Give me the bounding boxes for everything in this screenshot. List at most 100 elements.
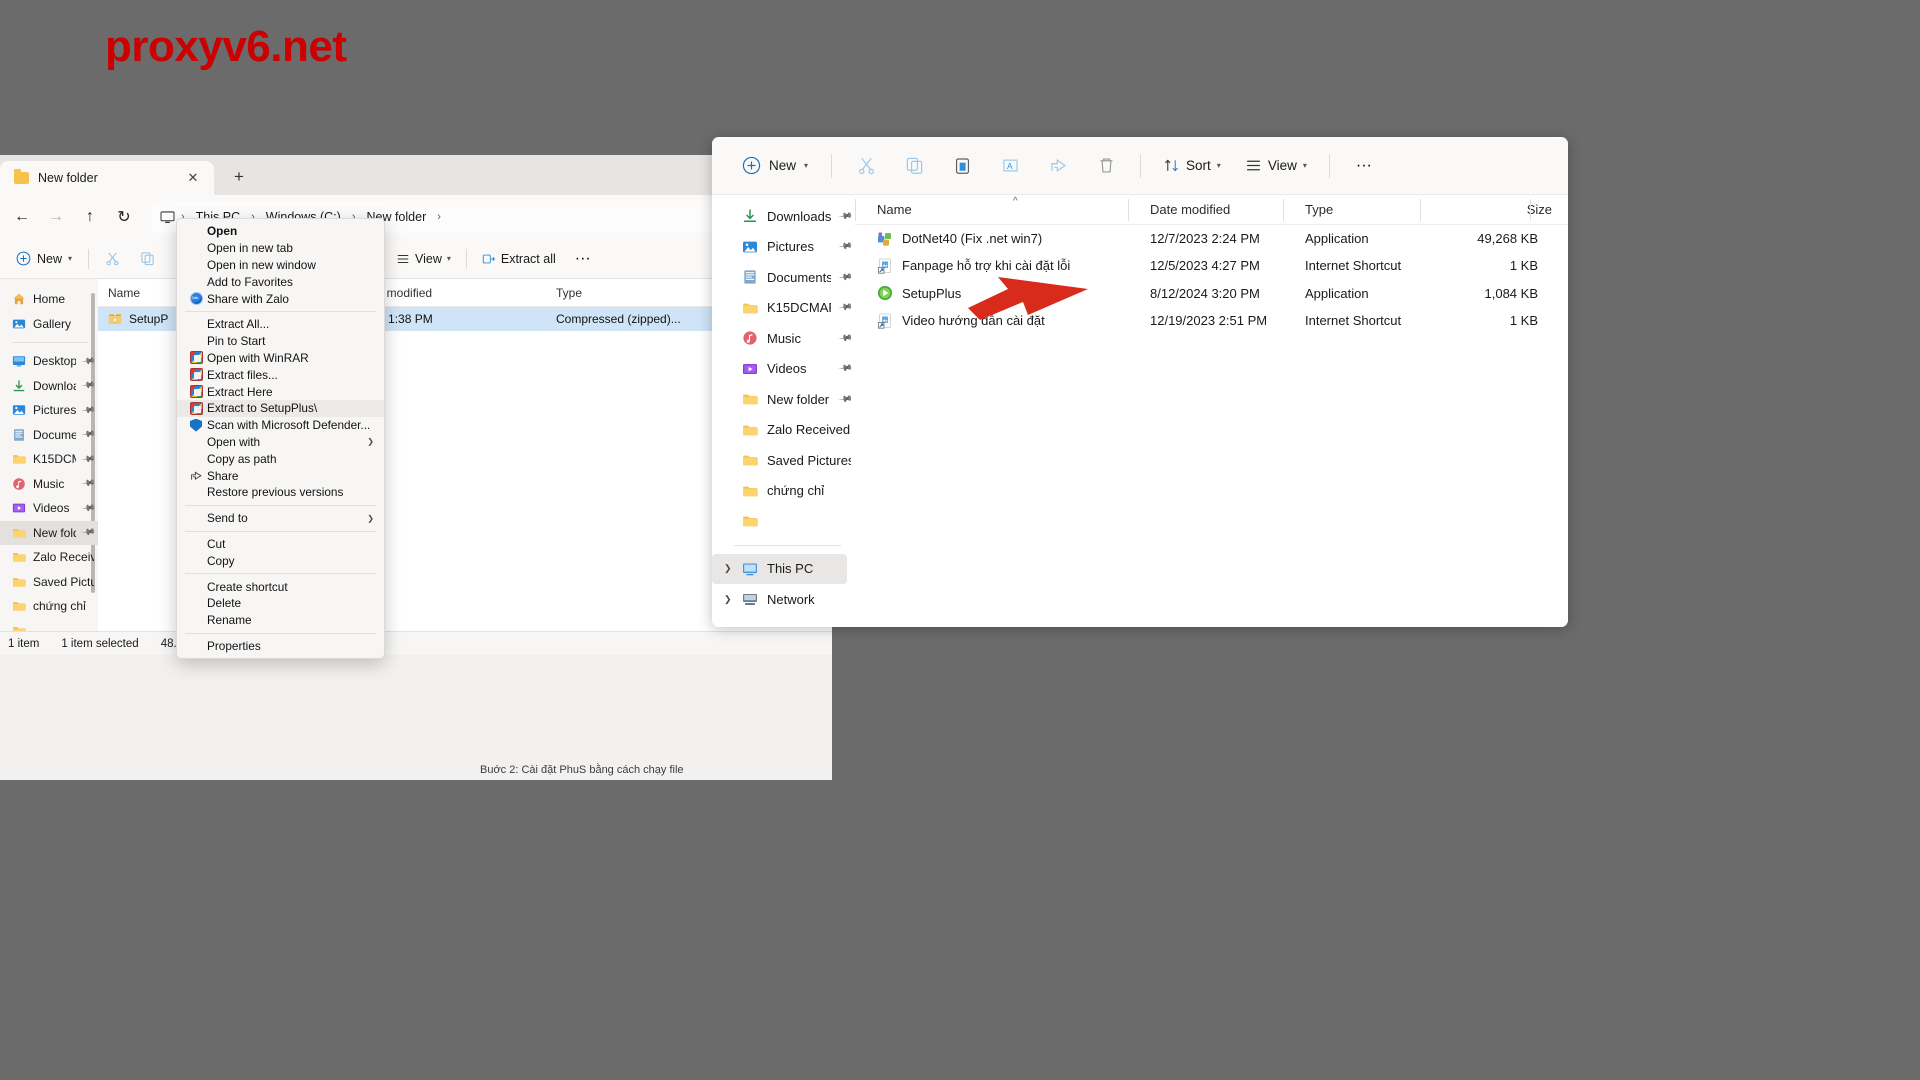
pin-icon[interactable]: 📌	[81, 378, 96, 393]
sidebar-item-zalo-received-fil[interactable]: Zalo Received Fil	[712, 415, 855, 446]
sidebar-item-downloads[interactable]: Downloads 📌	[712, 201, 855, 232]
sidebar-item-pictures[interactable]: Pictures 📌	[0, 398, 98, 423]
column-header-date[interactable]: Date modified	[1150, 202, 1305, 217]
pin-icon[interactable]: 📌	[838, 331, 853, 346]
navigation-pane-right[interactable]: Downloads📌Pictures📌Documents📌K15DCMAR0📌M…	[712, 195, 855, 627]
menu-item-scan-with-microsoft-defender[interactable]: Scan with Microsoft Defender...	[177, 417, 384, 434]
rename-icon[interactable]: A	[987, 148, 1033, 184]
sidebar-item-documents[interactable]: Documents 📌	[712, 262, 855, 293]
menu-item-copy[interactable]: Copy	[177, 552, 384, 569]
sidebar-item-k15dcmar0[interactable]: K15DCMAR0 📌	[712, 293, 855, 324]
pin-icon[interactable]: 📌	[838, 300, 853, 315]
new-button[interactable]: New ▾	[730, 148, 820, 184]
menu-item-extract-all[interactable]: Extract All...	[177, 316, 384, 333]
table-row[interactable]: DotNet40 (Fix .net win7) 12/7/2023 2:24 P…	[855, 225, 1568, 252]
delete-icon[interactable]	[1083, 148, 1129, 184]
cut-icon[interactable]	[843, 148, 889, 184]
sidebar-item-music[interactable]: Music 📌	[712, 323, 855, 354]
menu-item-pin-to-start[interactable]: Pin to Start	[177, 333, 384, 350]
pin-icon[interactable]: 📌	[838, 361, 853, 376]
pin-icon[interactable]: 📌	[81, 525, 96, 540]
pin-icon[interactable]: 📌	[838, 209, 853, 224]
menu-item-extract-here[interactable]: Extract Here	[177, 383, 384, 400]
more-options-button[interactable]: ···	[566, 244, 600, 274]
sidebar-item-documents[interactable]: Documents 📌	[0, 423, 98, 448]
sidebar-item-gallery[interactable]: Gallery	[0, 312, 98, 337]
sidebar-item-saved-pictures[interactable]: Saved Pictures	[0, 570, 98, 595]
sidebar-item-chứng-chỉ[interactable]: chứng chỉ	[0, 594, 98, 619]
menu-item-open-in-new-tab[interactable]: Open in new tab	[177, 240, 384, 257]
menu-item-open-with-winrar[interactable]: Open with WinRAR	[177, 350, 384, 367]
extract-all-button[interactable]: Extract all	[473, 244, 565, 274]
refresh-icon[interactable]: ↻	[108, 201, 140, 233]
sidebar-item-chứng-chỉ[interactable]: chứng chỉ	[712, 476, 855, 507]
menu-item-add-to-favorites[interactable]: Add to Favorites	[177, 273, 384, 290]
menu-item-send-to[interactable]: Send to ❯	[177, 510, 384, 527]
menu-item-delete[interactable]: Delete	[177, 595, 384, 612]
pin-icon[interactable]: 📌	[81, 403, 96, 418]
column-header-size[interactable]: Size	[1442, 202, 1552, 217]
cut-icon[interactable]	[95, 244, 129, 274]
menu-item-open-in-new-window[interactable]: Open in new window	[177, 257, 384, 274]
menu-item-extract-to-setupplus[interactable]: Extract to SetupPlus\	[177, 399, 384, 417]
menu-item-extract-files[interactable]: Extract files...	[177, 366, 384, 383]
close-icon[interactable]: ✕	[182, 167, 204, 189]
menu-item-cut[interactable]: Cut	[177, 536, 384, 553]
menu-item-create-shortcut[interactable]: Create shortcut	[177, 578, 384, 595]
sidebar-item-unnamed[interactable]	[712, 506, 855, 537]
new-tab-button[interactable]: +	[224, 162, 254, 192]
pin-icon[interactable]: 📌	[838, 270, 853, 285]
column-header-date[interactable]: Date modified	[358, 286, 556, 300]
view-button[interactable]: View ▾	[387, 244, 460, 274]
sidebar-item-desktop[interactable]: Desktop 📌	[0, 349, 98, 374]
tab-new-folder[interactable]: New folder ✕	[0, 161, 214, 195]
sidebar-item-music[interactable]: Music 📌	[0, 472, 98, 497]
sidebar-item-videos[interactable]: Videos 📌	[712, 354, 855, 385]
chevron-right-icon[interactable]: ❯	[724, 563, 732, 574]
paste-icon[interactable]	[939, 148, 985, 184]
sidebar-item-saved-pictures[interactable]: Saved Pictures	[712, 445, 855, 476]
more-options-button[interactable]: ···	[1341, 148, 1387, 184]
forward-icon[interactable]: →	[40, 201, 72, 233]
sidebar-item-network[interactable]: ❯ Network	[712, 584, 855, 615]
sidebar-item-new-folder[interactable]: New folder 📌	[0, 520, 98, 545]
pin-icon[interactable]: 📌	[838, 239, 853, 254]
chevron-right-icon[interactable]: ❯	[724, 594, 732, 605]
view-button[interactable]: View ▾	[1234, 148, 1318, 184]
folder-icon	[742, 452, 758, 468]
sidebar-item-videos[interactable]: Videos 📌	[0, 496, 98, 521]
back-icon[interactable]: ←	[6, 201, 38, 233]
sidebar-item-unnamed[interactable]	[0, 619, 98, 631]
sidebar-item-pictures[interactable]: Pictures 📌	[712, 232, 855, 263]
up-icon[interactable]: ↑	[74, 201, 106, 233]
sidebar-item-downloads[interactable]: Downloads 📌	[0, 374, 98, 399]
navigation-pane-left[interactable]: HomeGallery Desktop📌Downloads📌Pictures📌Do…	[0, 279, 98, 631]
menu-item-rename[interactable]: Rename	[177, 612, 384, 629]
menu-item-restore-previous-versions[interactable]: Restore previous versions	[177, 484, 384, 501]
new-button[interactable]: New ▾	[6, 244, 82, 274]
pin-icon[interactable]: 📌	[81, 501, 96, 516]
context-menu[interactable]: Open Open in new tab Open in new window Add…	[176, 218, 385, 660]
pin-icon[interactable]: 📌	[81, 427, 96, 442]
pin-icon[interactable]: 📌	[81, 476, 96, 491]
copy-icon[interactable]	[891, 148, 937, 184]
menu-item-share[interactable]: Share	[177, 467, 384, 484]
sidebar-item-this-pc[interactable]: ❯ This PC	[712, 553, 847, 584]
column-header-type[interactable]: Type	[1305, 202, 1442, 217]
sidebar-item-home[interactable]: Home	[0, 287, 98, 312]
pin-icon[interactable]: 📌	[81, 354, 96, 369]
downloads-icon	[12, 379, 26, 393]
menu-item-copy-as-path[interactable]: Copy as path	[177, 450, 384, 467]
pin-icon[interactable]: 📌	[81, 452, 96, 467]
share-icon[interactable]	[1035, 148, 1081, 184]
pin-icon[interactable]: 📌	[838, 392, 853, 407]
sidebar-item-new-folder[interactable]: New folder 📌	[712, 384, 855, 415]
menu-item-properties[interactable]: Properties	[177, 638, 384, 655]
menu-item-open[interactable]: Open	[177, 223, 384, 240]
sidebar-item-k15dcmar0[interactable]: K15DCMAR0 📌	[0, 447, 98, 472]
menu-item-share-with-zalo[interactable]: Share with Zalo	[177, 290, 384, 307]
copy-icon[interactable]	[130, 244, 164, 274]
sidebar-item-zalo-received-fil[interactable]: Zalo Received Fil	[0, 545, 98, 570]
sort-button[interactable]: Sort ▾	[1152, 148, 1232, 184]
menu-item-open-with[interactable]: Open with ❯	[177, 434, 384, 451]
